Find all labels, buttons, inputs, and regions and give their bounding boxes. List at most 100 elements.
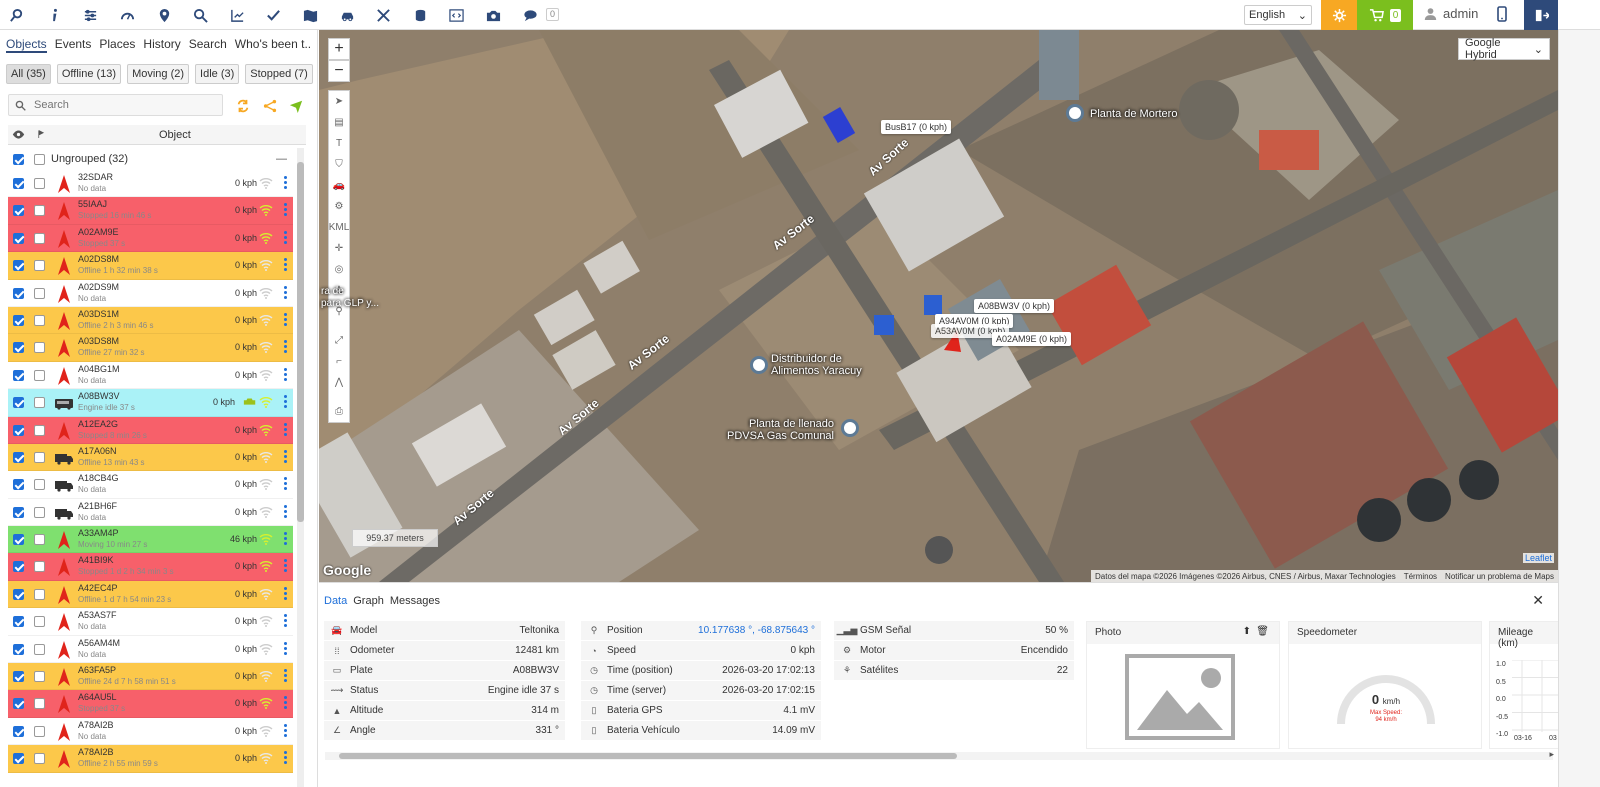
object-follow-checkbox[interactable] xyxy=(34,424,45,436)
object-row[interactable]: A63FA5P Offline 24 d 7 h 58 min 51 s 0 kph xyxy=(8,663,293,691)
position-link[interactable]: 10.177638 °, -68.875643 ° xyxy=(698,625,815,636)
object-row[interactable]: A03DS1M Offline 2 h 3 min 46 s 0 kph xyxy=(8,306,293,335)
object-menu-icon[interactable] xyxy=(284,367,287,382)
tab-data[interactable]: Data xyxy=(324,595,347,607)
camera-icon[interactable] xyxy=(483,5,503,25)
dashboard-icon[interactable] xyxy=(117,5,137,25)
object-follow-checkbox[interactable] xyxy=(34,588,45,600)
object-row[interactable]: A12EA2G Stopped 8 min 26 s 0 kph xyxy=(8,416,293,444)
object-visible-checkbox[interactable] xyxy=(13,698,24,710)
map-view[interactable]: + − ➤ ▤ T ⛉ 🚗 ⚙ KML ✛ ◎ ♙ ⚲ ⤢ ⌐ ⋀ ⎙ Goog… xyxy=(319,30,1558,582)
object-menu-icon[interactable] xyxy=(284,449,287,464)
settings-button[interactable] xyxy=(1321,0,1357,30)
car-icon[interactable]: 🚗 xyxy=(329,175,349,196)
crosshair-icon[interactable]: ✛ xyxy=(329,238,349,259)
zoom-out-button[interactable]: − xyxy=(328,60,350,82)
object-row[interactable]: A02AM9E Stopped 37 s 0 kph xyxy=(8,224,293,253)
object-row[interactable]: A64AU5L Stopped 37 s 0 kph xyxy=(8,690,293,718)
close-icon[interactable]: ✕ xyxy=(1532,592,1544,609)
code-icon[interactable] xyxy=(446,5,466,25)
object-visible-checkbox[interactable] xyxy=(13,671,24,683)
object-follow-checkbox[interactable] xyxy=(34,314,45,326)
object-follow-checkbox[interactable] xyxy=(34,725,45,737)
object-row[interactable]: A04BG1M No data 0 kph xyxy=(8,361,293,390)
chart-icon[interactable] xyxy=(227,5,247,25)
group-follow-checkbox[interactable] xyxy=(34,153,45,165)
refresh-button[interactable] xyxy=(233,96,253,116)
filter-all[interactable]: All (35) xyxy=(6,64,51,84)
object-visible-checkbox[interactable] xyxy=(13,753,24,765)
upload-icon[interactable]: ⬆ xyxy=(1243,626,1251,637)
logout-button[interactable] xyxy=(1524,0,1558,30)
mobile-icon[interactable] xyxy=(1494,5,1514,25)
object-visible-checkbox[interactable] xyxy=(13,397,24,409)
details-horizontal-scrollbar[interactable] xyxy=(325,752,1553,760)
tab-graph[interactable]: Graph xyxy=(353,595,384,607)
eye-icon[interactable] xyxy=(12,128,25,141)
object-visible-checkbox[interactable] xyxy=(13,342,24,354)
filter-idle[interactable]: Idle (3) xyxy=(195,64,240,84)
poi-llenado[interactable]: Planta de llenado PDVSA Gas Comunal xyxy=(727,418,834,442)
group-row[interactable]: Ungrouped (32) — xyxy=(8,148,293,170)
tab-events[interactable]: Events xyxy=(55,37,92,53)
document-icon[interactable]: ▤ xyxy=(329,112,349,133)
object-menu-icon[interactable] xyxy=(284,176,287,190)
object-follow-checkbox[interactable] xyxy=(34,534,45,546)
tab-objects[interactable]: Objects xyxy=(6,37,47,53)
vehicle-label-busb17[interactable]: BusB17 (0 kph) xyxy=(881,120,952,134)
zoom-in-button[interactable]: + xyxy=(328,38,350,60)
tab-messages[interactable]: Messages xyxy=(390,595,440,607)
object-row[interactable]: A03DS8M Offline 27 min 32 s 0 kph xyxy=(8,334,293,362)
tab-places[interactable]: Places xyxy=(99,37,135,53)
object-visible-checkbox[interactable] xyxy=(13,506,24,518)
info-icon[interactable] xyxy=(44,5,64,25)
object-menu-icon[interactable] xyxy=(284,751,287,765)
object-visible-checkbox[interactable] xyxy=(13,643,24,655)
object-visible-checkbox[interactable] xyxy=(13,588,24,600)
object-menu-icon[interactable] xyxy=(284,258,287,272)
object-visible-checkbox[interactable] xyxy=(13,178,24,189)
object-menu-icon[interactable] xyxy=(284,395,287,409)
vehicle-icon[interactable] xyxy=(337,5,357,25)
checkmark-icon[interactable] xyxy=(263,5,283,25)
group-visible-checkbox[interactable] xyxy=(13,153,24,165)
measure-area-icon[interactable]: ⋀ xyxy=(329,372,349,393)
trash-icon[interactable]: 🗑 xyxy=(1256,626,1269,637)
object-menu-icon[interactable] xyxy=(284,312,287,327)
object-row[interactable]: A78AI2B No data 0 kph xyxy=(8,717,293,746)
chat-icon[interactable] xyxy=(520,5,540,25)
add-object-button[interactable] xyxy=(286,96,306,116)
object-visible-checkbox[interactable] xyxy=(13,260,24,272)
object-follow-checkbox[interactable] xyxy=(34,561,45,573)
cart-button[interactable]: 0 xyxy=(1357,0,1413,30)
map-marker-icon[interactable] xyxy=(154,5,174,25)
object-visible-checkbox[interactable] xyxy=(13,451,24,463)
object-row[interactable]: A42EC4P Offline 1 d 7 h 54 min 23 s 0 kph xyxy=(8,580,293,609)
object-follow-checkbox[interactable] xyxy=(34,232,45,244)
poi-mortero[interactable]: Planta de Mortero xyxy=(1090,108,1177,120)
object-follow-checkbox[interactable] xyxy=(34,369,45,381)
object-menu-icon[interactable] xyxy=(284,614,287,628)
object-follow-checkbox[interactable] xyxy=(34,506,45,518)
vehicle-label-a02am9e[interactable]: A02AM9E (0 kph) xyxy=(992,332,1072,346)
object-visible-checkbox[interactable] xyxy=(13,205,24,217)
object-row[interactable]: A17A06N Offline 13 min 43 s 0 kph xyxy=(8,443,293,472)
object-menu-icon[interactable] xyxy=(284,285,287,300)
object-visible-checkbox[interactable] xyxy=(13,232,24,244)
camera-icon[interactable]: ◎ xyxy=(329,259,349,280)
object-follow-checkbox[interactable] xyxy=(34,397,45,409)
object-menu-icon[interactable] xyxy=(284,669,287,683)
poi-glp[interactable]: ra de para GLP y... xyxy=(321,286,379,310)
gear-icon[interactable]: ⚙ xyxy=(329,196,349,217)
object-menu-icon[interactable] xyxy=(284,723,287,738)
tab-history[interactable]: History xyxy=(143,37,180,53)
object-follow-checkbox[interactable] xyxy=(34,260,45,272)
object-menu-icon[interactable] xyxy=(284,559,287,573)
object-menu-icon[interactable] xyxy=(284,203,287,217)
object-visible-checkbox[interactable] xyxy=(13,424,24,436)
text-icon[interactable]: T xyxy=(329,133,349,154)
object-menu-icon[interactable] xyxy=(284,504,287,519)
object-menu-icon[interactable] xyxy=(284,532,287,546)
object-visible-checkbox[interactable] xyxy=(13,561,24,573)
object-follow-checkbox[interactable] xyxy=(34,287,45,299)
